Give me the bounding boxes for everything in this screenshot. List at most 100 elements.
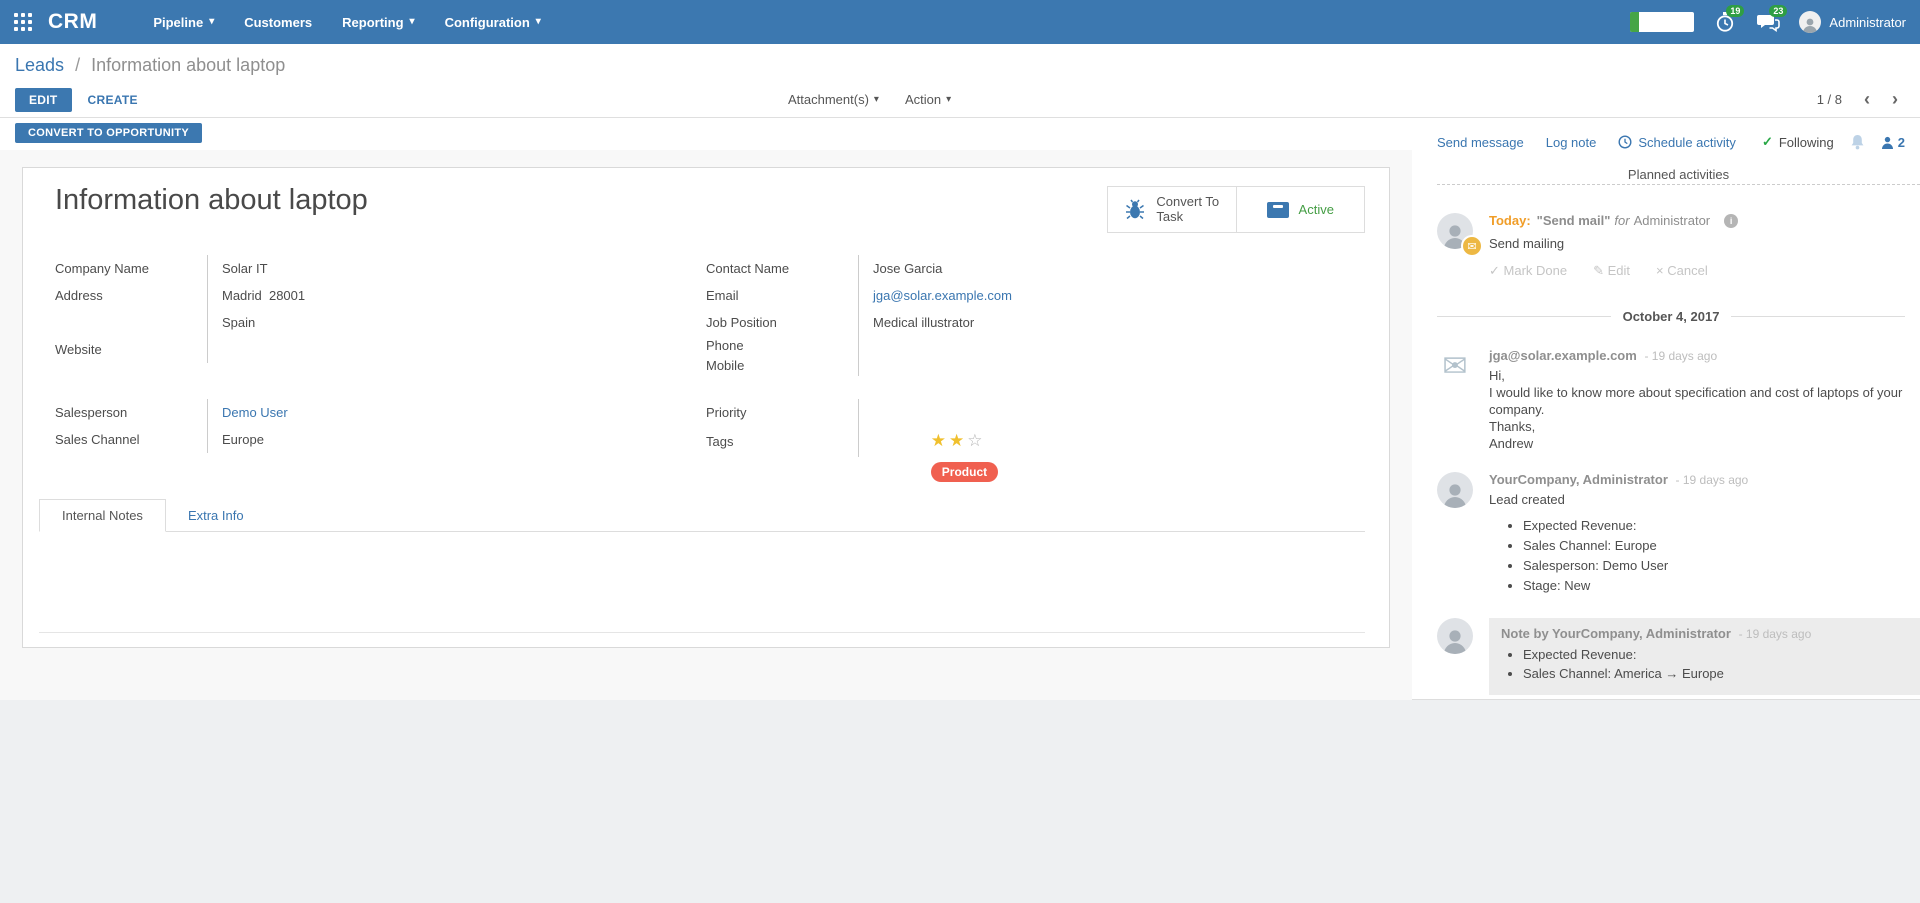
action-dropdown[interactable]: Action ▾ <box>905 92 951 107</box>
activities-systray-icon[interactable]: 19 <box>1713 10 1737 34</box>
menu-pipeline[interactable]: Pipeline ▾ <box>153 15 214 30</box>
date-separator: October 4, 2017 <box>1437 309 1920 324</box>
active-toggle-button[interactable]: Active <box>1236 187 1365 232</box>
bullet-item: Sales Channel: Europe <box>1523 538 1905 553</box>
archive-icon <box>1267 202 1289 218</box>
message-lead-created: YourCompany, Administrator - 19 days ago… <box>1437 472 1920 598</box>
priority-label: Priority <box>706 399 858 427</box>
field-group-company: Company Name Address Website Solar IT Ma… <box>55 255 665 363</box>
star-icon[interactable]: ★ <box>949 431 967 450</box>
bullet-item: Expected Revenue: <box>1523 518 1905 533</box>
activity-due: Today: <box>1489 213 1531 228</box>
attachments-dropdown[interactable]: Attachment(s) ▾ <box>788 92 879 107</box>
sales-channel-value: Europe <box>222 426 665 453</box>
internal-notes-content[interactable] <box>39 532 1365 632</box>
pager-value[interactable]: 1 / 8 <box>1817 92 1842 107</box>
email-value-link[interactable]: jga@solar.example.com <box>873 288 1012 303</box>
control-panel: Leads / Information about laptop EDIT CR… <box>0 44 1920 118</box>
message-bullet-list: Expected Revenue: Sales Channel: America… <box>1501 647 1908 681</box>
message-author: Note by YourCompany, Administrator <box>1501 626 1731 641</box>
activity-for: for <box>1614 213 1629 228</box>
caret-down-icon: ▾ <box>946 95 951 105</box>
company-name-label: Company Name <box>55 255 207 282</box>
timer-progress <box>1630 12 1639 32</box>
cancel-activity-button[interactable]: × Cancel <box>1656 263 1708 279</box>
breadcrumb-leads[interactable]: Leads <box>15 55 64 75</box>
note-content: Note by YourCompany, Administrator - 19 … <box>1489 618 1920 695</box>
edit-activity-button[interactable]: ✎ Edit <box>1593 263 1630 279</box>
pencil-icon: ✎ <box>1593 263 1604 278</box>
cross-icon: × <box>1656 263 1664 278</box>
activity-assignee: Administrator <box>1634 213 1711 228</box>
website-label: Website <box>55 336 207 363</box>
log-note-button[interactable]: Log note <box>1546 135 1597 150</box>
job-position-label: Job Position <box>706 309 858 336</box>
top-navbar: CRM Pipeline ▾ Customers Reporting ▾ Con… <box>0 0 1920 44</box>
caret-down-icon: ▾ <box>410 17 415 27</box>
message-line: Hi, <box>1489 367 1905 384</box>
website-value <box>222 336 665 363</box>
phone-value <box>873 336 1316 356</box>
message-note: Note by YourCompany, Administrator - 19 … <box>1437 618 1920 695</box>
tab-extra-info[interactable]: Extra Info <box>166 500 266 531</box>
user-avatar <box>1799 11 1821 33</box>
caret-down-icon: ▾ <box>874 95 879 105</box>
following-button[interactable]: ✓ Following <box>1762 134 1834 150</box>
star-icon[interactable]: ☆ <box>967 431 985 450</box>
bell-icon[interactable] <box>1850 134 1865 150</box>
user-name: Administrator <box>1829 15 1906 30</box>
schedule-activity-button[interactable]: Schedule activity <box>1618 135 1736 150</box>
tab-internal-notes[interactable]: Internal Notes <box>39 499 166 532</box>
mark-done-button[interactable]: ✓ Mark Done <box>1489 263 1567 279</box>
contact-name-value: Jose Garcia <box>873 255 1316 282</box>
pager-next-icon[interactable]: › <box>1892 93 1898 106</box>
menu-reporting[interactable]: Reporting ▾ <box>342 15 414 30</box>
user-menu[interactable]: Administrator <box>1799 11 1906 33</box>
app-name[interactable]: CRM <box>48 10 97 34</box>
message-line: I would like to know more about specific… <box>1489 384 1905 418</box>
message-author: YourCompany, Administrator <box>1489 472 1668 487</box>
message-avatar <box>1437 618 1473 654</box>
convert-to-task-button[interactable]: Convert To Task <box>1108 187 1236 232</box>
messages-systray-icon[interactable]: 23 <box>1756 10 1780 34</box>
convert-to-opportunity-button[interactable]: CONVERT TO OPPORTUNITY <box>15 123 202 143</box>
caret-down-icon: ▾ <box>209 17 214 27</box>
info-icon[interactable]: i <box>1724 214 1738 228</box>
menu-configuration[interactable]: Configuration ▾ <box>445 15 541 30</box>
message-time: - 19 days ago <box>1676 473 1749 487</box>
menu-customers[interactable]: Customers <box>244 15 312 30</box>
send-message-button[interactable]: Send message <box>1437 135 1524 150</box>
followers-count: 2 <box>1898 135 1905 150</box>
message-time: - 19 days ago <box>1739 627 1812 641</box>
mobile-label: Mobile <box>706 356 858 376</box>
address-city-zip-value: Madrid 28001 <box>222 282 665 309</box>
person-icon <box>1881 136 1894 149</box>
message-bullet-list: Expected Revenue: Sales Channel: Europe … <box>1489 518 1905 593</box>
salesperson-value-link[interactable]: Demo User <box>222 405 288 420</box>
planned-activities-separator[interactable]: ▾ Planned activities <box>1437 184 1920 185</box>
sheet-divider <box>39 632 1365 633</box>
salesperson-label: Salesperson <box>55 399 207 426</box>
envelope-avatar-icon: ✉ <box>1437 348 1473 384</box>
followers-button[interactable]: 2 <box>1881 135 1905 150</box>
message-author: jga@solar.example.com <box>1489 348 1637 363</box>
bullet-item: Salesperson: Demo User <box>1523 558 1905 573</box>
apps-grid-icon[interactable] <box>14 13 32 31</box>
field-group-contact: Contact Name Email Job Position Phone Mo… <box>706 255 1316 376</box>
message-time: - 19 days ago <box>1644 349 1717 363</box>
breadcrumb: Leads / Information about laptop <box>15 55 285 76</box>
contact-name-label: Contact Name <box>706 255 858 282</box>
messages-badge: 23 <box>1769 5 1787 17</box>
create-button[interactable]: CREATE <box>88 93 138 107</box>
activity-summary: "Send mail" <box>1537 213 1611 228</box>
message-line: Andrew <box>1489 435 1905 452</box>
pager-previous-icon[interactable]: ‹ <box>1864 93 1870 106</box>
phone-label: Phone <box>706 336 858 356</box>
stat-button-box: Convert To Task Active <box>1107 186 1365 233</box>
field-group-sales: Salesperson Sales Channel Demo User Euro… <box>55 399 665 453</box>
mail-activity-badge-icon: ✉ <box>1461 235 1483 257</box>
form-sheet: Information about laptop Convert To Task <box>22 167 1390 648</box>
timer-widget[interactable] <box>1630 12 1694 32</box>
star-icon[interactable]: ★ <box>931 431 949 450</box>
edit-button[interactable]: EDIT <box>15 88 72 112</box>
